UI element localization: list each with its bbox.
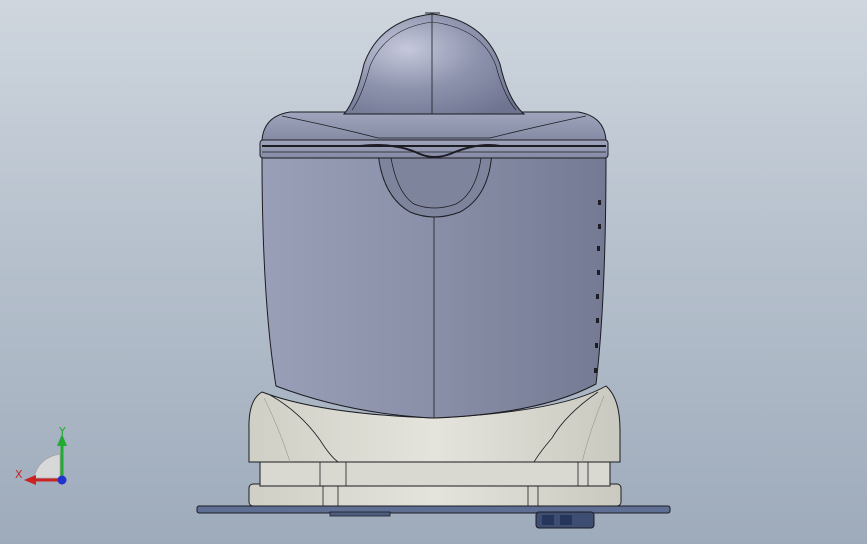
z-axis-dot	[57, 475, 67, 485]
jug-body[interactable]	[261, 149, 607, 419]
axis-triad-graphic: Y X	[15, 425, 67, 485]
y-axis-label: Y	[58, 425, 66, 438]
lid-top[interactable]	[261, 111, 607, 141]
reamer-dome[interactable]	[342, 12, 526, 115]
lid-ring[interactable]	[259, 139, 609, 159]
coordinate-triad: Y X	[12, 422, 82, 492]
juicer-3d-model[interactable]	[0, 0, 867, 544]
bottom-plate[interactable]	[196, 505, 671, 529]
cad-viewport[interactable]: Y X	[0, 0, 867, 544]
base-ring-middle[interactable]	[259, 461, 611, 487]
x-axis-label: X	[15, 468, 23, 481]
base-ring-lower[interactable]	[248, 483, 622, 507]
